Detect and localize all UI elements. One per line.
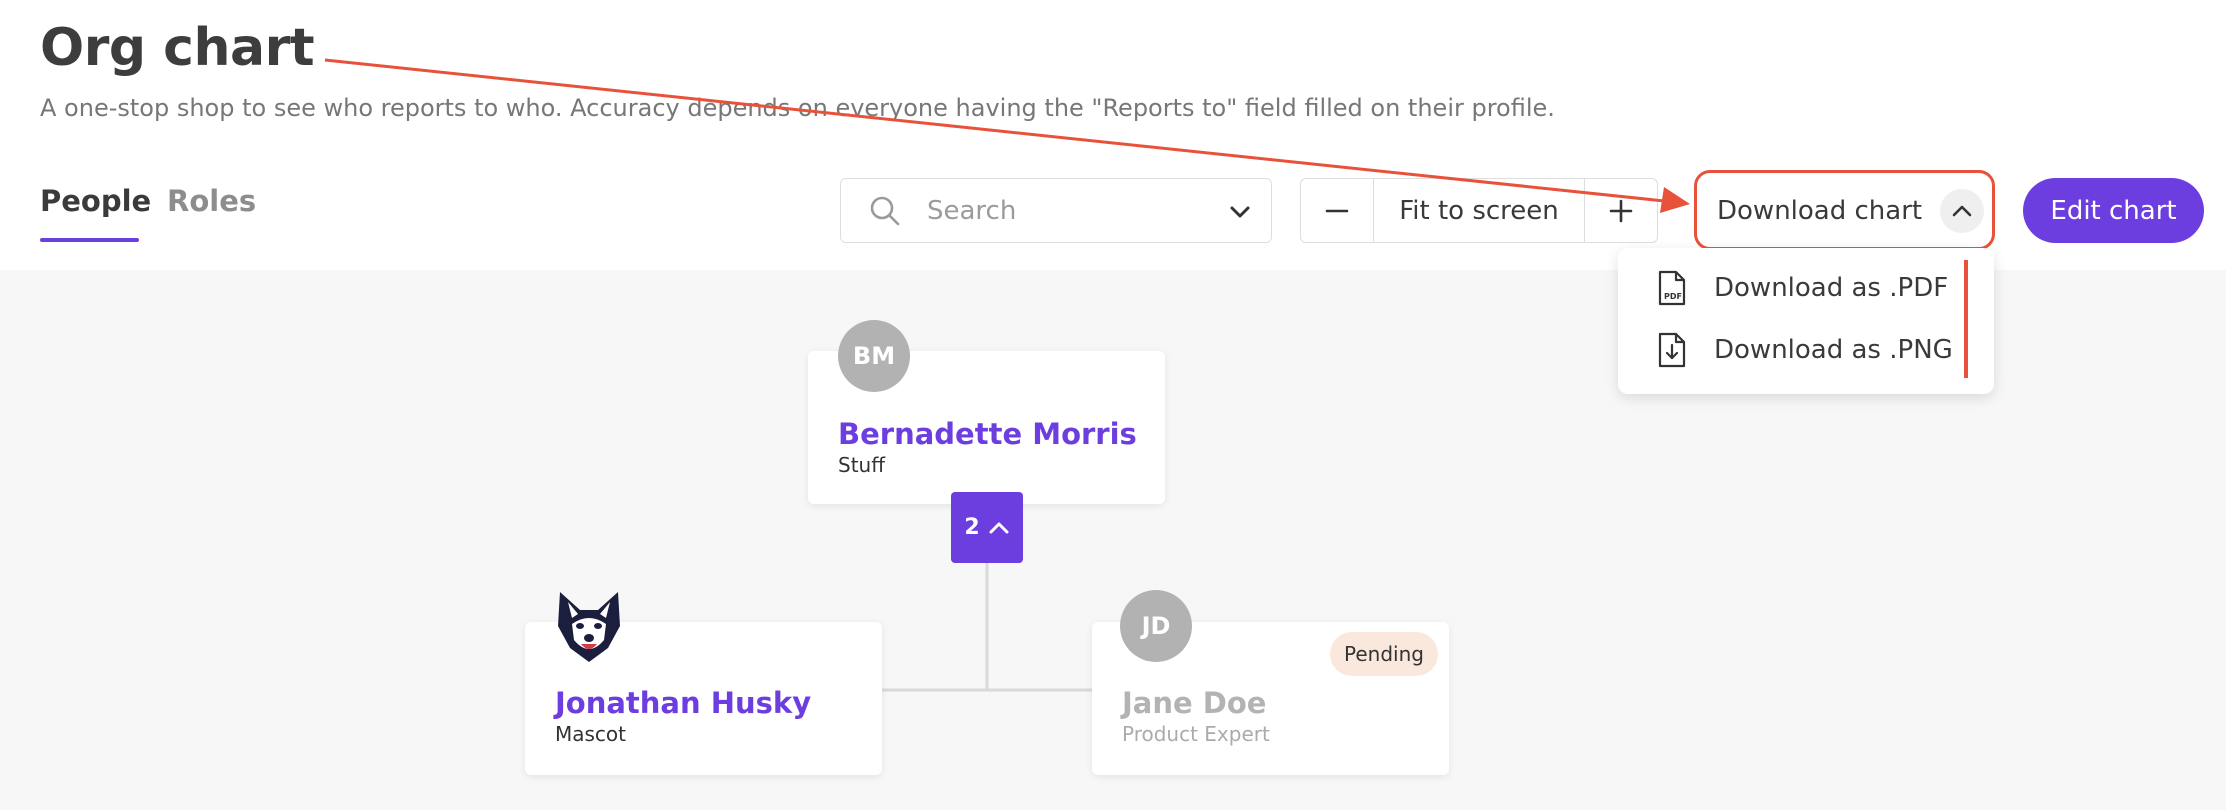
download-chart-button[interactable]: Download chart — [1694, 170, 1995, 250]
person-name[interactable]: Jane Doe — [1122, 686, 1266, 720]
chevron-down-icon[interactable] — [1227, 199, 1253, 225]
active-tab-underline — [40, 238, 139, 242]
file-download-icon — [1658, 332, 1686, 368]
minus-icon — [1325, 209, 1349, 212]
tab-people[interactable]: People — [40, 184, 151, 218]
download-png-menu-item[interactable]: Download as .PNG — [1656, 328, 1953, 372]
zoom-controls: Fit to screen — [1300, 178, 1658, 243]
page-subtitle: A one-stop shop to see who reports to wh… — [40, 94, 1555, 122]
person-role: Product Expert — [1122, 722, 1270, 746]
status-badge: Pending — [1330, 632, 1438, 676]
menu-scroll-indicator — [1964, 260, 1968, 378]
edit-chart-button[interactable]: Edit chart — [2023, 178, 2204, 243]
avatar: BM — [838, 320, 910, 392]
download-chart-label: Download chart — [1717, 196, 1923, 226]
tab-roles[interactable]: Roles — [167, 184, 256, 218]
fit-to-screen-button[interactable]: Fit to screen — [1373, 179, 1585, 242]
reports-count: 2 — [964, 515, 980, 540]
search-input[interactable] — [927, 189, 1197, 233]
page-title: Org chart — [40, 18, 315, 78]
person-role: Stuff — [838, 453, 885, 477]
chevron-up-icon — [989, 522, 1009, 533]
person-name[interactable]: Bernadette Morris — [838, 417, 1137, 451]
download-pdf-menu-item[interactable]: PDF Download as .PDF — [1656, 266, 1948, 310]
pdf-file-icon: PDF — [1658, 270, 1686, 306]
zoom-in-button[interactable] — [1585, 179, 1657, 242]
search-select[interactable] — [840, 178, 1272, 243]
person-role: Mascot — [555, 722, 627, 746]
annotation-arrow-head — [1660, 187, 1690, 213]
chevron-up-icon — [1952, 205, 1972, 217]
download-pdf-label: Download as .PDF — [1714, 273, 1949, 303]
zoom-out-button[interactable] — [1301, 179, 1373, 242]
husky-mascot-icon — [558, 592, 620, 662]
search-icon — [870, 196, 900, 226]
download-menu-toggle[interactable] — [1940, 189, 1984, 233]
download-png-label: Download as .PNG — [1714, 335, 1953, 365]
svg-text:PDF: PDF — [1664, 292, 1682, 301]
download-menu: PDF Download as .PDF Download as .PNG — [1618, 248, 1994, 394]
avatar: JD — [1120, 590, 1192, 662]
person-name[interactable]: Jonathan Husky — [555, 686, 811, 720]
collapse-reports-button[interactable]: 2 — [951, 492, 1023, 563]
plus-icon — [1609, 199, 1633, 222]
